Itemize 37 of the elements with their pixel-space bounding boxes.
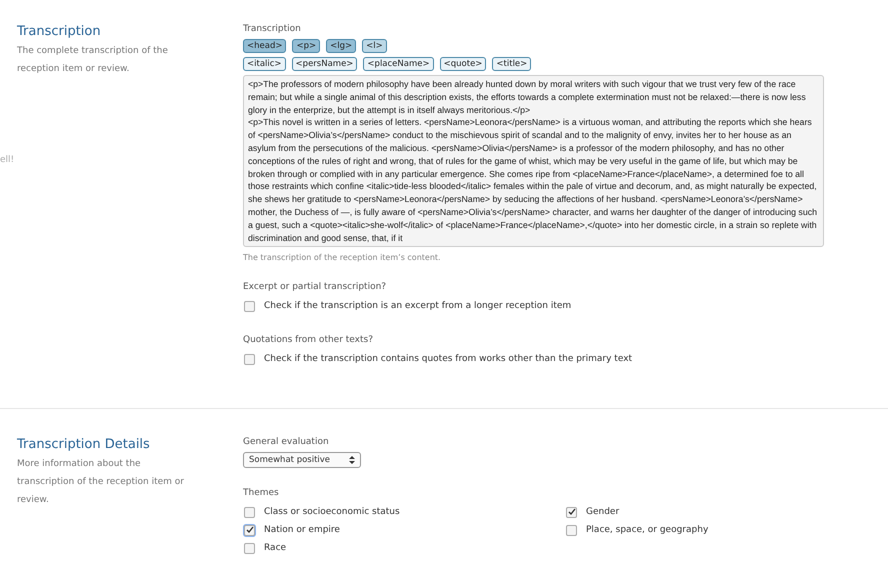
evaluation-select[interactable]: Somewhat positive <box>243 452 361 468</box>
help-text: The transcription of the reception item’s content. <box>243 253 442 262</box>
transcription-textarea[interactable]: <p>The professors of modern philosophy have been already hunted down by moral writers with such vigour that we trust very few of the race remain; but while a single animal of this description exists, the efforts towards a complete extermination must not be relaxed:—there is now less glory in the enterprize, but the attempt is in itself always meritorious.</p> <p>This novel is written in a series of letters. <persName>Leonora</persName> is a virtuous woman, and attributing the reports which she hears of <persName>Olivia’s</persName> conduct to the mischievous spirit of scandal and to the malignity of envy, invites her to her house as an asylum from the persecutions of the malicious. <persName>Olivia</persName> is a professor of the modern philosophy, and has no other conceptions of the rules of right and wrong, that of rules for the game of whist, which may be very useful in the game of life, but which may be broken through or complied with in any particular emergence. She comes ripe from <placeName>France</placeName>, a determined foe to all those restraints which confine <italic>tide-less blooded</italic> females within the pale of virtue and decorum, and, as might naturally be expected, she shews her gratitude to <persName>Leonora</persName> by seducing the affections of her husband. <persName>Leonora’s</persName> mother, the Duchess of —, is fully aware of <persName>Olivia’s</persName> character, and warns her daughter of the danger of introducing such a guest, such a <quote><italic>she-wolf</italic> of <placeName>France</placeName>,</quote> into her domestic circle, in a strain so replete with discrimination and good sense, that, if it <box>243 75 824 248</box>
tag-button[interactable]: <persName> <box>292 57 358 71</box>
field-label: Themes <box>243 488 280 498</box>
tag-button[interactable]: <title> <box>492 57 532 71</box>
checkbox-label[interactable]: Check if the transcription contains quotes from works other than the primary text <box>264 354 632 364</box>
tag-button[interactable]: <quote> <box>440 57 486 71</box>
checkbox-label[interactable]: Nation or empire <box>264 525 340 536</box>
checkbox-label[interactable]: Class or socioeconomic status <box>264 507 400 518</box>
tag-button[interactable]: <head> <box>243 39 286 53</box>
tag-button[interactable]: <lg> <box>326 39 356 53</box>
checkbox[interactable] <box>244 300 255 312</box>
faint-text: ell! <box>0 155 14 165</box>
section-title: Transcription Details <box>17 437 151 452</box>
tag-button[interactable]: <l> <box>362 39 387 53</box>
checkbox[interactable] <box>244 506 255 518</box>
checkbox-label[interactable]: Check if the transcription is an excerpt from a longer reception item <box>264 301 572 312</box>
section-description: More information about the transcription of the reception item or review. <box>17 458 186 508</box>
field-label: Transcription <box>243 24 302 34</box>
checkbox[interactable] <box>566 524 577 536</box>
checkbox[interactable] <box>244 524 255 536</box>
checkbox[interactable] <box>566 506 577 518</box>
checkbox[interactable] <box>244 354 255 365</box>
checkbox-label[interactable]: Gender <box>586 507 620 518</box>
field-label: Excerpt or partial transcription? <box>243 282 388 292</box>
checkbox[interactable] <box>244 542 255 554</box>
checkbox-label[interactable]: Race <box>264 543 286 554</box>
tag-button[interactable]: <p> <box>292 39 320 53</box>
checkbox-label[interactable]: Place, space, or geography <box>586 525 708 536</box>
field-label: Quotations from other texts? <box>243 335 374 346</box>
tag-button[interactable]: <placeName> <box>363 57 434 71</box>
tag-button[interactable]: <italic> <box>243 57 286 71</box>
section-description: The complete transcription of the reception item or review. <box>17 45 169 76</box>
section-title: Transcription <box>17 24 102 39</box>
field-label: General evaluation <box>243 437 330 448</box>
updown-arrows-icon <box>349 455 355 466</box>
